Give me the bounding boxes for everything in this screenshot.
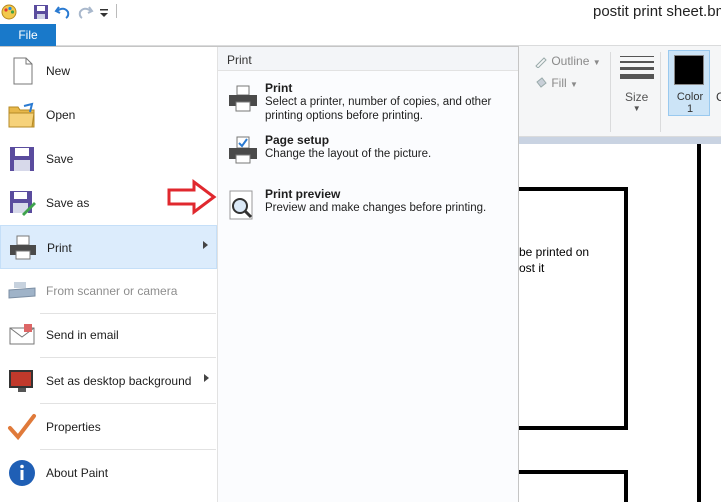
outline-dropdown-icon: ▼ [592,58,601,67]
submenu-header: Print [218,47,518,71]
desktop-background-icon [9,370,33,392]
menu-item-label: About Paint [46,466,109,480]
color1-button[interactable]: Color 1 [668,50,710,116]
menu-item-print[interactable]: Print [0,225,217,269]
ribbon-group-separator [610,52,611,132]
menu-separator [40,357,216,358]
info-icon [9,460,35,486]
menu-item-label: Save as [46,196,90,210]
page-setup-icon [229,136,257,164]
red-arrow-annotation-icon [167,179,217,215]
title-bar: postit print sheet.bmp [0,0,721,24]
submenu-item-title: Print preview [265,187,341,201]
submenu-item-print-preview[interactable]: Print preview Preview and make changes b… [218,185,518,233]
customize-toolbar-icon[interactable] [98,3,110,21]
menu-separator [40,449,216,450]
save-as-icon [10,191,36,216]
menu-item-send-email[interactable]: Send in email [0,313,217,357]
open-folder-icon [8,102,35,128]
magnifier-icon [229,190,253,220]
color2-button[interactable]: C [716,90,721,104]
menu-item-open[interactable]: Open [0,93,217,137]
menu-item-label: Send in email [46,328,119,342]
submenu-item-page-setup[interactable]: Page setup Change the layout of the pict… [218,131,518,179]
color1-label: Color [676,91,704,103]
window-title: postit print sheet.bmp [593,3,721,20]
checkmark-icon [8,414,36,441]
submenu-item-description: Preview and make changes before printing… [265,202,487,214]
ribbon-tab-strip [0,24,721,46]
menu-item-label: Set as desktop background [46,374,192,388]
menu-item-properties[interactable]: Properties [0,405,217,449]
quick-save-icon[interactable] [32,3,50,21]
file-menu: New Open Save Save as Print From scanner… [0,46,519,502]
fill-button[interactable]: Fill ▼ [534,76,578,90]
paint-app-icon[interactable] [0,3,18,21]
size-label: Size [625,90,649,104]
scanner-icon [8,282,36,299]
outline-label: Outline [551,54,590,68]
size-button[interactable]: Size ▼ [625,90,648,113]
submenu-item-print[interactable]: Print Select a printer, number of copies… [218,79,518,127]
fill-dropdown-icon: ▼ [570,80,578,89]
printer-icon [229,85,257,112]
new-document-icon [13,57,33,85]
toolbar-separator [116,4,117,18]
size-dropdown-icon: ▼ [632,104,641,113]
outline-button[interactable]: Outline ▼ [534,54,601,69]
print-submenu: Print Print Select a printer, number of … [218,47,518,502]
submenu-header-label: Print [227,53,252,67]
submenu-item-description: Select a printer, number of copies, and … [265,96,492,122]
menu-item-label: Properties [46,420,101,434]
menu-item-label: Open [46,108,76,122]
outline-icon [535,57,547,69]
fill-label: Fill [551,76,567,90]
undo-icon[interactable] [54,3,72,21]
submenu-item-description: Change the layout of the picture. [265,148,432,160]
submenu-item-title: Print [265,81,293,95]
menu-item-about[interactable]: About Paint [0,451,217,495]
menu-item-desktop-background[interactable]: Set as desktop background [0,359,217,403]
postit-rectangle [697,144,721,502]
email-icon [9,324,35,345]
save-disk-icon [10,147,34,171]
submenu-arrow-icon [204,374,209,382]
ribbon-group-separator [660,52,661,132]
canvas-text-line: be printed on [519,245,590,259]
menu-item-save[interactable]: Save [0,137,217,181]
redo-icon[interactable] [76,3,94,21]
menu-item-label: From scanner or camera [46,284,178,298]
size-lines-icon[interactable] [620,56,654,83]
menu-item-label: Print [47,241,72,255]
menu-item-scanner[interactable]: From scanner or camera [0,269,217,313]
printer-icon [10,235,36,260]
menu-item-label: New [46,64,71,78]
submenu-arrow-icon [203,241,208,249]
postit-rectangle [500,470,628,502]
submenu-item-title: Page setup [265,133,330,147]
fill-bucket-icon [536,77,547,88]
file-tab[interactable]: File [0,24,56,46]
menu-separator [40,403,216,404]
menu-item-label: Save [46,152,74,166]
color1-swatch [674,55,704,85]
canvas-text-line: ost it [519,261,545,275]
color1-number: 1 [686,103,694,115]
menu-item-new[interactable]: New [0,49,217,93]
postit-rectangle [500,187,628,430]
